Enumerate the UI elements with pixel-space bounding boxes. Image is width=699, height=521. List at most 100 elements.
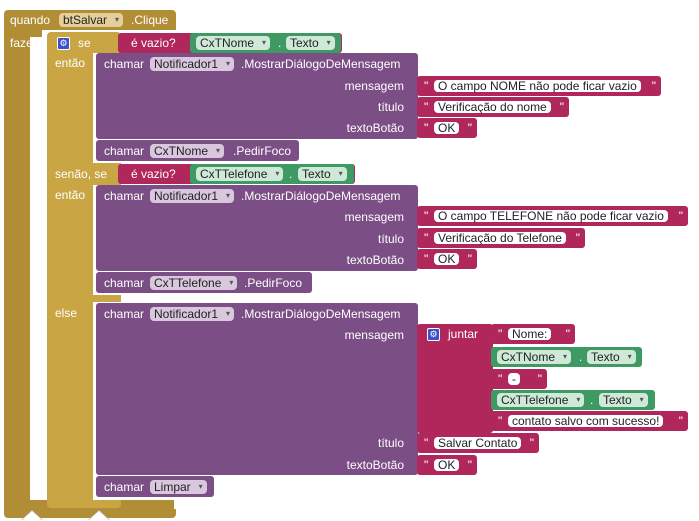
quote-icon: " [467, 458, 472, 472]
call-label: chamar [104, 307, 145, 321]
text-value[interactable]: Nome: [508, 328, 552, 340]
dot-separator: . [289, 167, 293, 181]
gear-icon[interactable]: ⚙ [57, 37, 70, 50]
chevron-down-icon: ▾ [627, 352, 632, 361]
procedure-dropdown-limpar[interactable]: Limpar ▾ [150, 480, 207, 494]
quote-icon: " [537, 372, 542, 386]
component-dropdown-cxtnome[interactable]: CxTNome ▾ [196, 36, 271, 50]
chevron-down-icon: ▾ [275, 169, 280, 178]
component-dropdown-cxttelefone[interactable]: CxTTelefone ▾ [196, 167, 284, 181]
text-block-title-2[interactable]: " Verificação do Telefone " [417, 228, 585, 248]
text-block-button-3[interactable]: " OK " [417, 455, 477, 475]
component-name: CxTNome [501, 350, 556, 364]
getter-block-cxtnome[interactable]: CxTNome ▾ . Texto ▾ [190, 33, 341, 53]
text-value[interactable]: OK [434, 122, 460, 134]
call-label: chamar [104, 480, 145, 494]
property-dropdown-texto[interactable]: Texto ▾ [599, 393, 648, 407]
param-title-label: título [377, 436, 404, 450]
call-focus-block-1[interactable]: chamar CxTNome ▾ .PedirFoco [96, 140, 299, 161]
property-dropdown-texto[interactable]: Texto ▾ [286, 36, 335, 50]
warning-triangle-icon-fill [22, 511, 42, 520]
method-label: .PedirFoco [233, 144, 292, 158]
call-label: chamar [104, 189, 145, 203]
component-name: CxTTelefone [154, 276, 222, 290]
param-title-label: título [377, 232, 404, 246]
component-dropdown-cxtnome[interactable]: CxTNome ▾ [497, 350, 572, 364]
call-dialog-block-2[interactable]: chamar Notificador1 ▾ .MostrarDiálogoDeMe… [96, 185, 418, 271]
property-name: Texto [290, 36, 319, 50]
text-value[interactable]: Verificação do nome [434, 101, 551, 113]
then-label-2: então [55, 188, 86, 202]
quote-icon: " [424, 79, 429, 93]
component-dropdown-cxtnome[interactable]: CxTNome ▾ [150, 144, 225, 158]
component-dropdown-btsalvar[interactable]: btSalvar ▾ [59, 13, 124, 27]
quote-icon: " [424, 458, 429, 472]
component-dropdown-cxttelefone[interactable]: CxTTelefone ▾ [497, 393, 585, 407]
is-empty-label: é vazio? [131, 167, 176, 181]
quote-icon: " [424, 100, 429, 114]
quote-icon: " [467, 252, 472, 266]
component-dropdown-notificador[interactable]: Notificador1 ▾ [150, 57, 235, 71]
text-block-button-1[interactable]: " OK " [417, 118, 477, 138]
param-button-label: textoBotão [346, 458, 404, 472]
join-block[interactable]: ⚙ juntar [417, 324, 493, 433]
text-block-title-3[interactable]: " Salvar Contato " [417, 433, 539, 453]
call-label: chamar [104, 57, 145, 71]
call-procedure-limpar[interactable]: chamar Limpar ▾ [96, 476, 214, 497]
quote-icon: " [529, 436, 534, 450]
component-name: Notificador1 [154, 307, 219, 321]
chevron-down-icon: ▾ [326, 38, 331, 47]
quote-icon: " [678, 414, 683, 428]
chevron-down-icon: ▾ [216, 146, 221, 155]
property-name: Texto [302, 167, 331, 181]
text-block-join-1[interactable]: " Nome: " [491, 324, 575, 344]
else-if-label: senão, se [55, 167, 108, 181]
getter-block-cxtnome-2[interactable]: CxTNome ▾ . Texto ▾ [491, 347, 642, 367]
component-dropdown-cxttelefone[interactable]: CxTTelefone ▾ [150, 276, 238, 290]
event-when-label: quando [10, 13, 51, 27]
method-label: .MostrarDiálogoDeMensagem [241, 189, 401, 203]
method-label: .MostrarDiálogoDeMensagem [241, 57, 401, 71]
text-value[interactable]: O campo TELEFONE não pode ficar vazio [434, 210, 668, 222]
error-triangle-icon-fill [89, 511, 109, 520]
text-value[interactable]: contato salvo com sucesso! [508, 415, 664, 427]
component-dropdown-notificador[interactable]: Notificador1 ▾ [150, 307, 235, 321]
call-label: chamar [104, 276, 145, 290]
text-block-message-2[interactable]: " O campo TELEFONE não pode ficar vazio … [417, 206, 688, 226]
text-value[interactable]: - [508, 373, 520, 385]
text-block-button-2[interactable]: " OK " [417, 249, 477, 269]
text-block-join-5[interactable]: " contato salvo com sucesso! " [491, 411, 688, 431]
call-focus-block-2[interactable]: chamar CxTTelefone ▾ .PedirFoco [96, 272, 312, 293]
quote-icon: " [424, 231, 429, 245]
text-value[interactable]: OK [434, 459, 460, 471]
text-value[interactable]: O campo NOME não pode ficar vazio [434, 80, 641, 92]
gear-icon[interactable]: ⚙ [427, 328, 440, 341]
getter-block-cxttelefone-2[interactable]: CxTTelefone ▾ . Texto ▾ [491, 390, 655, 410]
call-dialog-block-3[interactable]: chamar Notificador1 ▾ .MostrarDiálogoDeMe… [96, 303, 418, 475]
property-dropdown-texto[interactable]: Texto ▾ [298, 167, 347, 181]
text-value[interactable]: OK [434, 253, 460, 265]
call-dialog-block-1[interactable]: chamar Notificador1 ▾ .MostrarDiálogoDeMe… [96, 53, 418, 139]
property-dropdown-texto[interactable]: Texto ▾ [587, 350, 636, 364]
quote-icon: " [559, 100, 564, 114]
text-block-title-1[interactable]: " Verificação do nome " [417, 97, 569, 117]
quote-icon: " [565, 327, 570, 341]
quote-icon: " [424, 209, 429, 223]
text-value[interactable]: Salvar Contato [434, 437, 522, 449]
chevron-down-icon: ▾ [198, 482, 203, 491]
text-block-message-1[interactable]: " O campo NOME não pode ficar vazio " [417, 76, 661, 96]
quote-icon: " [498, 372, 503, 386]
chevron-down-icon: ▾ [262, 38, 267, 47]
component-name: CxTTelefone [501, 393, 569, 407]
chevron-down-icon: ▾ [226, 191, 231, 200]
quote-icon: " [467, 121, 472, 135]
component-dropdown-notificador[interactable]: Notificador1 ▾ [150, 189, 235, 203]
quote-icon: " [678, 209, 683, 223]
chevron-down-icon: ▾ [338, 169, 343, 178]
text-block-join-3[interactable]: " - " [491, 369, 547, 389]
text-value[interactable]: Verificação do Telefone [434, 232, 566, 244]
component-name: btSalvar [63, 13, 108, 27]
chevron-down-icon: ▾ [639, 395, 644, 404]
getter-block-cxttelefone[interactable]: CxTTelefone ▾ . Texto ▾ [190, 164, 354, 184]
component-name: Notificador1 [154, 57, 219, 71]
